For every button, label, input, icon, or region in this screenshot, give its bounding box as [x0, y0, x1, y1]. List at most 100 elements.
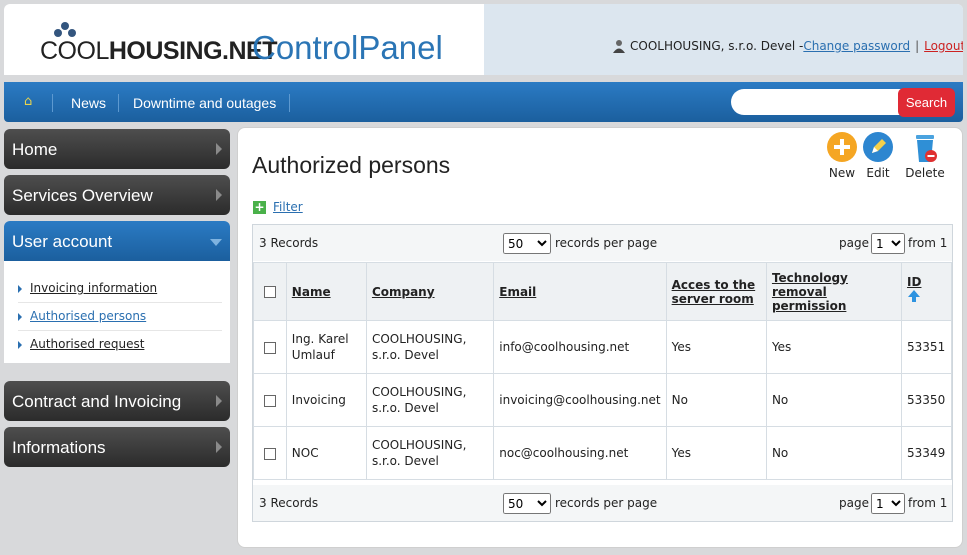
col-header-name[interactable]: Name	[285, 262, 367, 321]
persons-grid: 3 Records 50 records per page page 1 fro…	[252, 224, 953, 522]
page-select[interactable]: 1	[871, 493, 905, 514]
table-row[interactable]: Ing. Karel Umlauf COOLHOUSING, s.r.o. De…	[253, 320, 952, 374]
page-from-label: from 1	[908, 236, 948, 250]
logo-text-thin: COOL	[40, 37, 109, 65]
cell-removal: No	[765, 426, 903, 480]
page-label: page	[839, 496, 869, 510]
app-title: ControlPanel	[252, 29, 443, 66]
chevron-down-icon	[210, 239, 222, 246]
home-icon[interactable]: ⌂	[24, 95, 38, 108]
chevron-right-icon	[216, 189, 222, 201]
cell-removal: Yes	[765, 320, 903, 374]
search-input[interactable]	[731, 89, 901, 115]
row-checkbox[interactable]	[263, 341, 276, 354]
header: COOLHOUSING.NET ControlPanel COOLHOUSING…	[4, 4, 963, 75]
row-checkbox[interactable]	[263, 394, 276, 407]
filter-plus-icon: +	[253, 199, 266, 214]
page-from-label: from 1	[908, 496, 948, 510]
sidebar-item-informations[interactable]: Informations	[4, 427, 230, 467]
change-password-link[interactable]: Change password	[803, 39, 910, 53]
submenu-item-authorised-persons[interactable]: Authorised persons	[18, 303, 222, 331]
cell-name: Invoicing	[285, 373, 367, 427]
user-info: COOLHOUSING, s.r.o. Devel - Change passw…	[612, 39, 963, 53]
col-header-removal[interactable]: Technology removal permission	[765, 262, 903, 321]
table-row[interactable]: Invoicing COOLHOUSING, s.r.o. Devel invo…	[253, 373, 952, 427]
cell-id: 53350	[901, 373, 952, 427]
cell-id: 53351	[901, 320, 952, 374]
per-page-label: records per page	[555, 236, 658, 250]
sidebar-item-user-account[interactable]: User account	[4, 221, 230, 261]
nav-divider	[52, 94, 53, 112]
delete-button[interactable]: Delete	[904, 132, 946, 180]
cell-email: invoicing@coolhousing.net	[493, 373, 667, 427]
sidebar-item-label: Informations	[12, 438, 106, 457]
bullet-icon	[18, 285, 22, 293]
table-row[interactable]: NOC COOLHOUSING, s.r.o. Devel noc@coolho…	[253, 426, 952, 480]
separator: |	[915, 39, 920, 53]
sidebar-item-label: Services Overview	[12, 186, 153, 205]
col-header-email[interactable]: Email	[493, 262, 667, 321]
submenu-link[interactable]: Invoicing information	[30, 281, 157, 295]
page-title: Authorized persons	[252, 152, 451, 178]
chevron-right-icon	[216, 441, 222, 453]
search-button[interactable]: Search	[898, 88, 955, 117]
cell-server-room: Yes	[665, 320, 767, 374]
nav-news[interactable]: News	[71, 82, 106, 122]
sidebar-item-contract-invoicing[interactable]: Contract and Invoicing	[4, 381, 230, 421]
page-label: page	[839, 236, 869, 250]
sidebar-item-label: User account	[12, 232, 113, 251]
edit-button[interactable]: Edit	[857, 132, 899, 180]
cell-company: COOLHOUSING, s.r.o. Devel	[365, 426, 495, 480]
cell-name: Ing. Karel Umlauf	[285, 320, 367, 374]
logo-circles-icon	[54, 22, 84, 37]
row-checkbox[interactable]	[263, 447, 276, 460]
sidebar-item-label: Home	[12, 140, 58, 159]
record-count: 3 Records	[259, 496, 319, 510]
cell-email: noc@coolhousing.net	[493, 426, 667, 480]
submenu-item-authorised-request[interactable]: Authorised request	[18, 331, 222, 359]
per-page-select[interactable]: 50	[503, 233, 551, 254]
bullet-icon	[18, 313, 22, 321]
per-page-label: records per page	[555, 496, 658, 510]
col-header-id[interactable]: ID	[901, 262, 952, 321]
cell-server-room: Yes	[665, 426, 767, 480]
page-select[interactable]: 1	[871, 233, 905, 254]
cell-server-room: No	[665, 373, 767, 427]
user-icon	[612, 39, 626, 53]
col-header-server-room[interactable]: Acces to the server room	[665, 262, 767, 321]
bullet-icon	[18, 341, 22, 349]
delete-label: Delete	[905, 166, 945, 180]
chevron-right-icon	[216, 395, 222, 407]
per-page-select[interactable]: 50	[503, 493, 551, 514]
filter-toggle[interactable]: + Filter	[253, 200, 303, 214]
main-content: Authorized persons New Edit Delete + Fil…	[237, 127, 963, 548]
edit-icon	[863, 132, 893, 162]
filter-link[interactable]: Filter	[273, 200, 303, 214]
pager-top: 3 Records 50 records per page page 1 fro…	[253, 225, 952, 261]
new-label: New	[828, 166, 856, 180]
submenu-link[interactable]: Authorised persons	[30, 309, 146, 323]
select-all-checkbox[interactable]	[263, 286, 276, 298]
submenu-item-invoicing-information[interactable]: Invoicing information	[18, 275, 222, 303]
edit-label: Edit	[866, 166, 890, 180]
cell-name: NOC	[285, 426, 367, 480]
cell-id: 53349	[901, 426, 952, 480]
cell-removal: No	[765, 373, 903, 427]
nav-divider	[289, 94, 290, 112]
col-header-company[interactable]: Company	[365, 262, 495, 321]
nav-downtime[interactable]: Downtime and outages	[133, 82, 276, 122]
table-header-row: Name Company Email Acces to the server r…	[253, 262, 952, 321]
sidebar-item-home[interactable]: Home	[4, 129, 230, 169]
sidebar-item-services-overview[interactable]: Services Overview	[4, 175, 230, 215]
user-name: COOLHOUSING, s.r.o. Devel -	[630, 39, 804, 53]
record-count: 3 Records	[259, 236, 319, 250]
sidebar-item-label: Contract and Invoicing	[12, 392, 182, 411]
persons-table: Name Company Email Acces to the server r…	[253, 262, 952, 480]
sort-up-icon	[908, 290, 921, 302]
cell-company: COOLHOUSING, s.r.o. Devel	[365, 320, 495, 374]
pager-bottom: 3 Records 50 records per page page 1 fro…	[253, 485, 952, 521]
user-account-submenu: Invoicing information Authorised persons…	[4, 261, 230, 363]
logout-link[interactable]: Logout	[924, 39, 963, 53]
new-icon	[827, 132, 857, 162]
submenu-link[interactable]: Authorised request	[30, 337, 144, 351]
